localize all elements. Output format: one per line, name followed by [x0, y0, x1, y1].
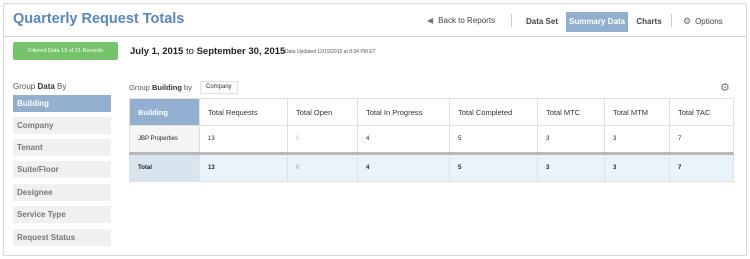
total-in-progress: 4 — [357, 152, 450, 182]
back-to-reports-label: Back to Reports — [438, 16, 496, 25]
data-updated-text: Data Updated 12/15/2015 at 8:34 PM ET — [285, 49, 376, 55]
cell-total-tac: 7 — [669, 125, 734, 154]
sidebar-item-building[interactable]: Building — [13, 95, 111, 112]
table-total-row: Total 13 0 4 5 3 3 7 — [129, 152, 734, 182]
total-label: Total — [129, 152, 200, 182]
column-header-total-open[interactable]: Total Open — [287, 98, 358, 126]
group-building-by-suffix: by — [184, 83, 192, 92]
group-building-by-prefix: Group — [129, 83, 150, 92]
divider — [671, 14, 672, 27]
filter-status-badge[interactable]: Filtered Data 13 of 21 Records — [13, 42, 118, 60]
report-panel: Quarterly Request Totals ◀ Back to Report… — [3, 3, 747, 256]
group-data-by-bold: Data — [37, 82, 55, 91]
divider — [511, 14, 512, 27]
table-row: JBP Properties 13 0 4 5 3 3 7 — [129, 125, 734, 154]
cell-total-requests: 13 — [199, 125, 288, 154]
tab-data-set[interactable]: Data Set — [520, 12, 564, 32]
column-header-total-in-progress[interactable]: Total In Progress — [357, 98, 450, 126]
group-data-by-suffix: By — [57, 82, 67, 91]
tab-charts[interactable]: Charts — [630, 12, 668, 32]
page-title: Quarterly Request Totals — [13, 11, 185, 27]
date-start: July 1, 2015 — [130, 46, 184, 57]
cell-total-mtc: 3 — [537, 125, 605, 154]
column-header-building[interactable]: Building — [129, 98, 200, 126]
total-open: 0 — [287, 152, 358, 182]
column-header-total-mtc[interactable]: Total MTC — [537, 98, 605, 126]
sidebar-item-request-status[interactable]: Request Status — [13, 229, 111, 246]
total-completed: 5 — [449, 152, 538, 182]
sidebar-item-designee[interactable]: Designee — [13, 184, 111, 201]
date-to: to — [186, 46, 194, 57]
total-tac: 7 — [669, 152, 734, 182]
cell-total-in-progress: 4 — [357, 125, 450, 154]
gear-icon[interactable]: ⚙ — [720, 81, 730, 94]
group-data-by-prefix: Group — [13, 82, 36, 91]
cell-total-mtm: 3 — [604, 125, 670, 154]
options-label: Options — [695, 17, 723, 26]
total-mtc: 3 — [537, 152, 605, 182]
group-building-by-bold: Building — [151, 83, 182, 92]
sidebar-item-tenant[interactable]: Tenant — [13, 139, 111, 156]
cell-total-open: 0 — [287, 125, 358, 154]
sidebar-item-service-type[interactable]: Service Type — [13, 206, 111, 223]
column-header-total-requests[interactable]: Total Requests — [199, 98, 288, 126]
column-header-total-completed[interactable]: Total Completed — [449, 98, 538, 126]
summary-table: Building Total Requests Total Open Total… — [129, 98, 734, 182]
table-header-row: Building Total Requests Total Open Total… — [129, 98, 734, 126]
total-mtm: 3 — [604, 152, 670, 182]
date-end: September 30, 2015 — [196, 46, 286, 57]
tab-summary-data[interactable]: Summary Data — [566, 12, 628, 32]
report-header: Quarterly Request Totals ◀ Back to Report… — [4, 4, 746, 37]
options-button[interactable]: ⚙ Options — [683, 16, 723, 27]
gear-icon: ⚙ — [683, 16, 692, 26]
arrow-left-icon: ◀ — [427, 16, 434, 25]
cell-total-completed: 5 — [449, 125, 538, 154]
sidebar-item-suite-floor[interactable]: Suite/Floor — [13, 161, 111, 178]
cell-building: JBP Properties — [129, 125, 200, 154]
back-to-reports-link[interactable]: ◀ Back to Reports — [427, 16, 495, 25]
total-requests: 13 — [199, 152, 288, 182]
sidebar-item-company[interactable]: Company — [13, 117, 111, 134]
group-building-by-label: Group Building by — [129, 83, 192, 92]
date-range: July 1, 2015 to September 30, 2015 — [130, 46, 285, 57]
group-by-select[interactable]: Company — [200, 81, 238, 94]
column-header-total-tac[interactable]: Total TAC — [669, 98, 734, 126]
column-header-total-mtm[interactable]: Total MTM — [604, 98, 670, 126]
group-data-by-label: Group Data By — [13, 82, 66, 91]
